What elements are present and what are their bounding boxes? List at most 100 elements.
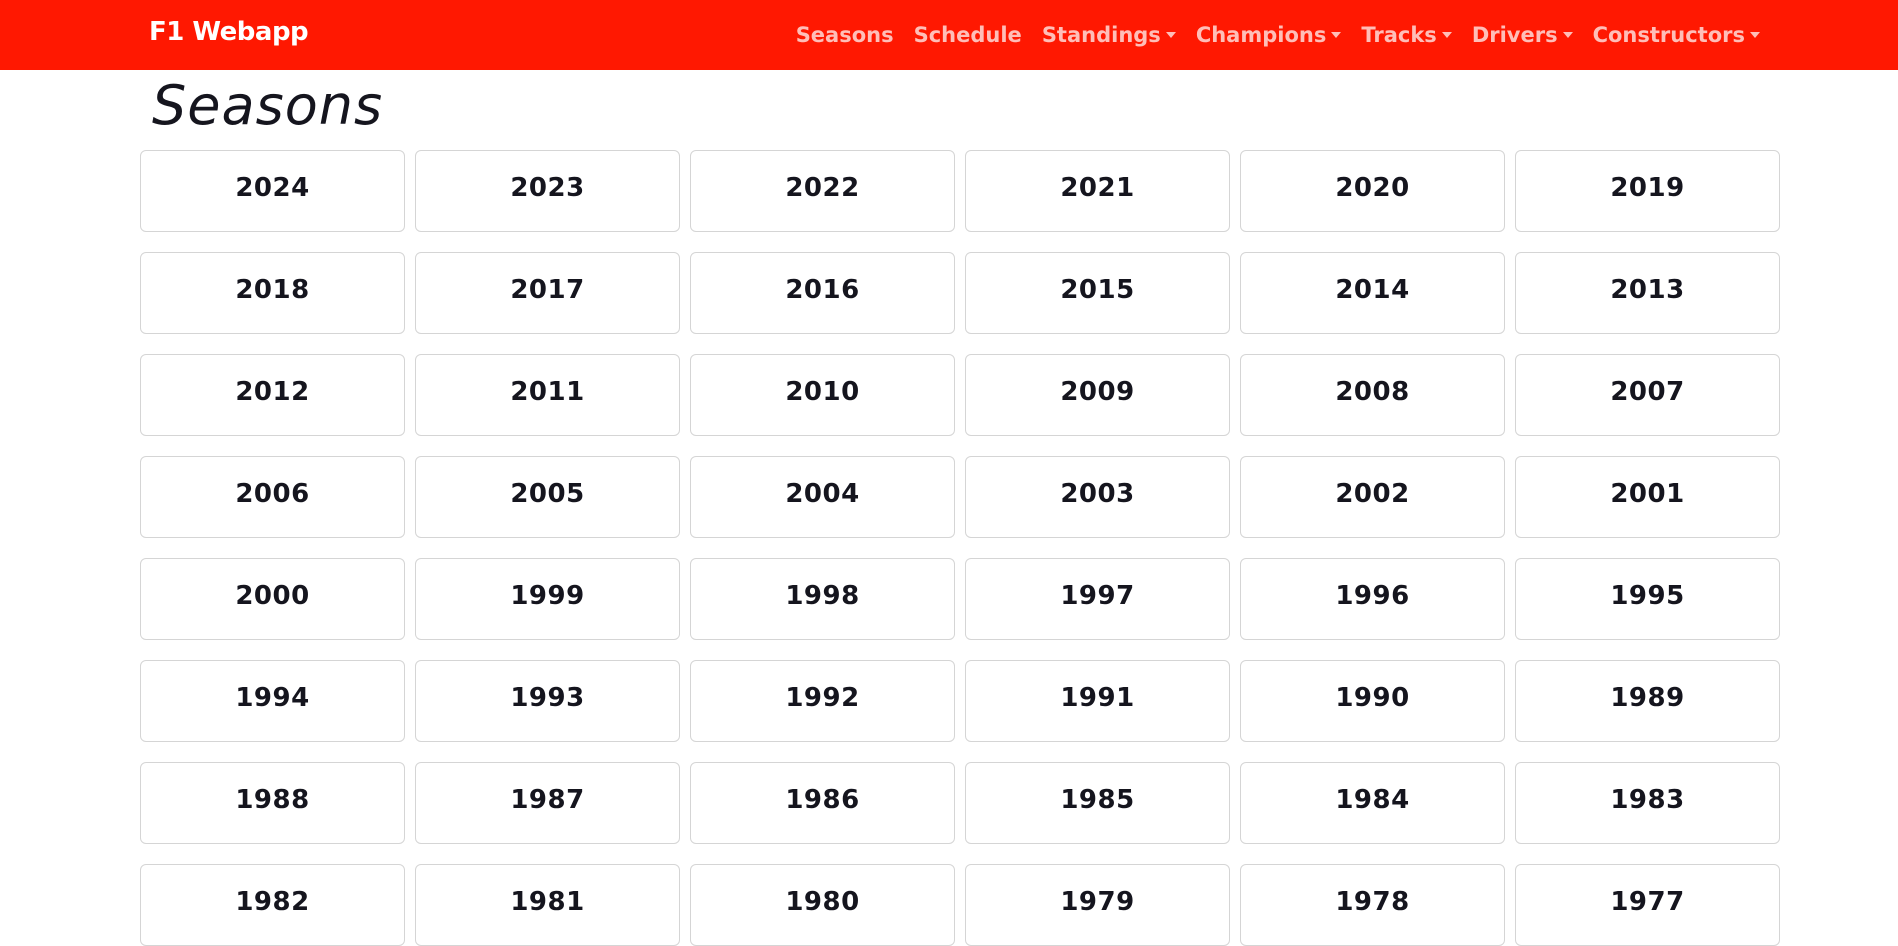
season-card[interactable]: 2017 [415,252,680,334]
season-card[interactable]: 2021 [965,150,1230,232]
season-year-label: 1982 [235,887,310,917]
season-year-label: 2024 [235,173,310,203]
season-card[interactable]: 2013 [1515,252,1780,334]
season-year-label: 1990 [1335,683,1410,713]
season-year-label: 2023 [510,173,585,203]
season-card[interactable]: 1984 [1240,762,1505,844]
season-year-label: 1996 [1335,581,1410,611]
season-year-label: 1989 [1610,683,1685,713]
season-year-label: 1992 [785,683,860,713]
season-card[interactable]: 2006 [140,456,405,538]
season-card[interactable]: 1993 [415,660,680,742]
season-year-label: 2009 [1060,377,1135,407]
season-card[interactable]: 1977 [1515,864,1780,946]
season-card[interactable]: 1978 [1240,864,1505,946]
season-card[interactable]: 2020 [1240,150,1505,232]
season-card[interactable]: 2012 [140,354,405,436]
nav-link-seasons[interactable]: Seasons [796,23,894,47]
season-card[interactable]: 1995 [1515,558,1780,640]
nav-links: Seasons Schedule Standings Champions Tra… [796,0,1760,70]
nav-link-label: Schedule [913,23,1022,47]
season-year-label: 1978 [1335,887,1410,917]
season-year-label: 1986 [785,785,860,815]
season-card[interactable]: 2003 [965,456,1230,538]
season-card[interactable]: 1988 [140,762,405,844]
season-card[interactable]: 1991 [965,660,1230,742]
season-card[interactable]: 1997 [965,558,1230,640]
season-card[interactable]: 2016 [690,252,955,334]
caret-down-icon [1165,32,1176,38]
season-card[interactable]: 2011 [415,354,680,436]
season-card[interactable]: 2024 [140,150,405,232]
nav-link-schedule[interactable]: Schedule [914,23,1022,47]
season-card[interactable]: 2005 [415,456,680,538]
season-year-label: 1994 [235,683,310,713]
nav-dropdown-drivers[interactable]: Drivers [1472,23,1573,47]
season-card[interactable]: 2018 [140,252,405,334]
nav-dropdown-champions[interactable]: Champions [1196,23,1342,47]
nav-link-label: Champions [1195,23,1327,47]
season-year-label: 2005 [510,479,585,509]
season-card[interactable]: 1990 [1240,660,1505,742]
page-title: Seasons [152,74,384,137]
top-navbar: F1 Webapp Seasons Schedule Standings Cha… [0,0,1898,70]
season-card[interactable]: 2010 [690,354,955,436]
season-year-label: 1985 [1060,785,1135,815]
season-year-label: 2014 [1335,275,1410,305]
season-card[interactable]: 2004 [690,456,955,538]
season-year-label: 1979 [1060,887,1135,917]
nav-dropdown-constructors[interactable]: Constructors [1593,23,1760,47]
nav-link-label: Seasons [795,23,894,47]
season-card[interactable]: 2019 [1515,150,1780,232]
season-card[interactable]: 1981 [415,864,680,946]
season-year-label: 2011 [510,377,585,407]
season-year-label: 2019 [1610,173,1685,203]
season-year-label: 2000 [235,581,310,611]
caret-down-icon [1441,32,1452,38]
season-card[interactable]: 2007 [1515,354,1780,436]
season-year-label: 2017 [510,275,585,305]
season-card[interactable]: 1994 [140,660,405,742]
season-card[interactable]: 1982 [140,864,405,946]
season-card[interactable]: 1989 [1515,660,1780,742]
season-year-label: 2006 [235,479,310,509]
nav-link-label: Drivers [1471,23,1558,47]
season-card[interactable]: 2023 [415,150,680,232]
season-year-label: 1977 [1610,887,1685,917]
season-card[interactable]: 1986 [690,762,955,844]
nav-link-label: Tracks [1361,23,1437,47]
season-card[interactable]: 2014 [1240,252,1505,334]
season-year-label: 2015 [1060,275,1135,305]
season-card[interactable]: 2022 [690,150,955,232]
season-year-label: 2022 [785,173,860,203]
season-card[interactable]: 1983 [1515,762,1780,844]
season-card[interactable]: 1987 [415,762,680,844]
season-year-label: 2002 [1335,479,1410,509]
brand-logo[interactable]: F1 Webapp [149,17,309,47]
nav-dropdown-tracks[interactable]: Tracks [1361,23,1452,47]
season-card[interactable]: 1992 [690,660,955,742]
nav-dropdown-standings[interactable]: Standings [1042,23,1176,47]
season-card[interactable]: 2015 [965,252,1230,334]
season-card[interactable]: 1999 [415,558,680,640]
season-card[interactable]: 2001 [1515,456,1780,538]
seasons-grid: 2024 2023 2022 2021 2020 2019 2018 2017 2016 2015… [140,150,1780,946]
season-year-label: 2001 [1610,479,1685,509]
caret-down-icon [1562,32,1573,38]
season-year-label: 1999 [510,581,585,611]
season-year-label: 1988 [235,785,310,815]
season-card[interactable]: 2009 [965,354,1230,436]
season-year-label: 1998 [785,581,860,611]
season-card[interactable]: 2008 [1240,354,1505,436]
season-card[interactable]: 2002 [1240,456,1505,538]
season-year-label: 2007 [1610,377,1685,407]
season-year-label: 2013 [1610,275,1685,305]
season-year-label: 1995 [1610,581,1685,611]
season-card[interactable]: 2000 [140,558,405,640]
season-card[interactable]: 1985 [965,762,1230,844]
season-card[interactable]: 1979 [965,864,1230,946]
season-year-label: 2021 [1060,173,1135,203]
season-card[interactable]: 1998 [690,558,955,640]
season-card[interactable]: 1996 [1240,558,1505,640]
season-card[interactable]: 1980 [690,864,955,946]
